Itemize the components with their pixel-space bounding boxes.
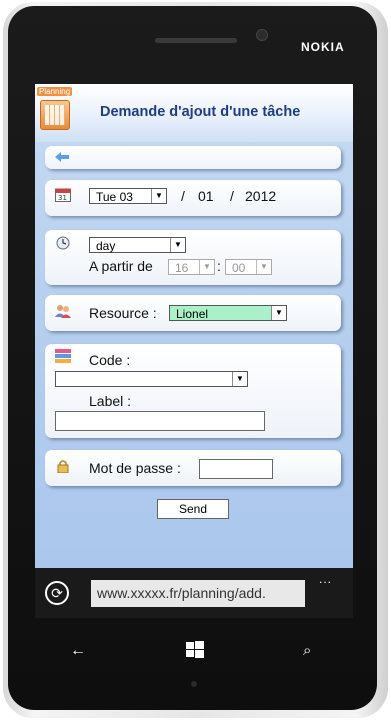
- back-arrow-icon[interactable]: [55, 152, 69, 162]
- password-input[interactable]: [199, 459, 273, 479]
- start-time-label: A partir de: [89, 258, 153, 274]
- date-separator: /: [230, 188, 234, 204]
- chevron-down-icon: ▼: [151, 189, 166, 203]
- search-icon[interactable]: ⌕: [303, 642, 311, 659]
- back-icon[interactable]: ←: [70, 642, 86, 660]
- resource-value: Lionel: [176, 307, 209, 321]
- lock-icon: [57, 460, 69, 473]
- year-value: 2012: [245, 188, 277, 204]
- date-panel: 31 Tue 03 ▼ / 01 / 2012: [45, 180, 341, 216]
- period-value: day: [96, 239, 116, 253]
- code-panel: Code : ▼ Label :: [45, 344, 341, 438]
- hour-value: 16: [175, 261, 189, 275]
- windows-icon[interactable]: [186, 641, 204, 659]
- day-select[interactable]: Tue 03 ▼: [89, 188, 167, 204]
- resource-panel: Resource : Lionel ▼: [45, 295, 341, 331]
- logo-text: Planning: [37, 87, 73, 96]
- calendar-icon: 31: [55, 188, 71, 202]
- month-value: 01: [198, 188, 214, 204]
- chevron-down-icon: ▼: [199, 260, 214, 274]
- page-title: Demande d'ajout d'une tâche: [100, 104, 301, 120]
- code-select[interactable]: ▼: [55, 371, 248, 387]
- time-panel: day ▼ A partir de 16 ▼ : 00 ▼: [45, 230, 341, 285]
- planning-logo-icon: Planning: [37, 87, 73, 131]
- app-header: Planning Demande d'ajout d'une tâche: [35, 84, 353, 142]
- password-label: Mot de passe :: [89, 460, 181, 476]
- calendar-grid-icon: [40, 100, 70, 130]
- address-bar[interactable]: www.xxxxx.fr/planning/add.: [91, 580, 305, 607]
- resource-select[interactable]: Lionel ▼: [169, 305, 287, 321]
- home-sensor: [191, 681, 197, 687]
- chevron-down-icon: ▼: [256, 260, 271, 274]
- day-value: Tue 03: [96, 190, 133, 204]
- stack-icon: [55, 349, 71, 363]
- back-bar[interactable]: [45, 146, 341, 169]
- minute-value: 00: [232, 261, 246, 275]
- refresh-icon[interactable]: ⟳: [45, 581, 69, 605]
- browser-bar: ⟳ www.xxxxx.fr/planning/add. ...: [35, 568, 353, 618]
- time-separator: :: [217, 258, 221, 274]
- resource-label: Resource :: [89, 305, 157, 321]
- code-label: Code :: [89, 352, 131, 368]
- chevron-down-icon: ▼: [170, 238, 185, 252]
- password-panel: Mot de passe :: [45, 450, 341, 486]
- front-camera: [256, 29, 268, 41]
- users-icon: [55, 305, 71, 318]
- chevron-down-icon: ▼: [271, 306, 286, 320]
- hour-select[interactable]: 16 ▼: [168, 259, 215, 275]
- more-menu-button[interactable]: ...: [319, 572, 332, 586]
- clock-icon: [56, 236, 70, 250]
- svg-text:31: 31: [58, 194, 67, 202]
- chevron-down-icon: ▼: [232, 372, 247, 386]
- task-label-input[interactable]: [55, 411, 265, 431]
- period-select[interactable]: day ▼: [89, 237, 186, 253]
- minute-select[interactable]: 00 ▼: [225, 259, 272, 275]
- send-button[interactable]: Send: [157, 499, 229, 519]
- app-screen: Planning Demande d'ajout d'une tâche 31 …: [35, 84, 353, 617]
- task-label-label: Label :: [89, 393, 132, 409]
- speaker-grille: [155, 38, 237, 43]
- date-separator: /: [181, 188, 185, 204]
- brand-logo: NOKIA: [301, 40, 345, 54]
